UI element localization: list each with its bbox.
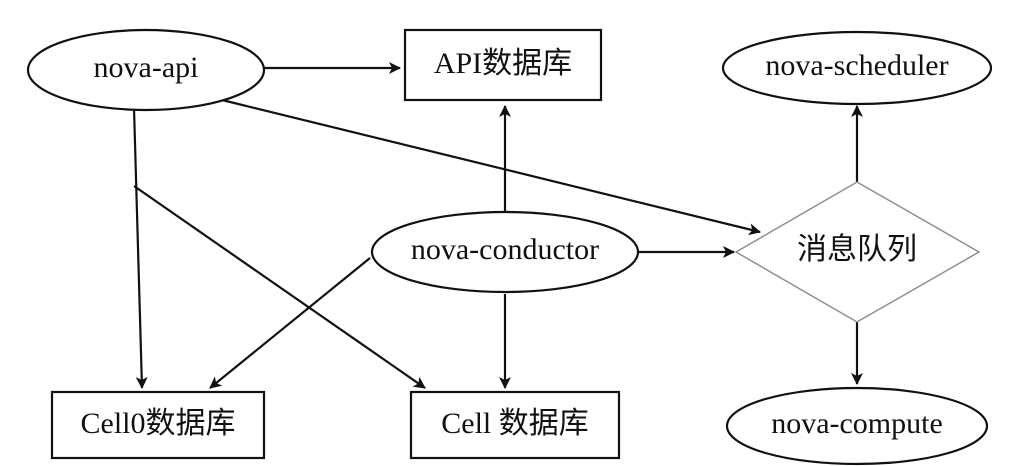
node-nova-scheduler: nova-scheduler bbox=[721, 30, 993, 106]
edge-api-to-cell0db bbox=[132, 107, 148, 389]
node-cell-db: Cell 数据库 bbox=[409, 390, 621, 460]
node-nova-api: nova-api bbox=[26, 28, 266, 112]
nova-conductor-label: nova-conductor bbox=[411, 233, 599, 266]
edge-api-to-celldb bbox=[133, 185, 426, 389]
nova-api-label: nova-api bbox=[94, 51, 199, 84]
node-nova-conductor: nova-conductor bbox=[370, 210, 640, 294]
cell0-db-label: Cell0数据库 bbox=[81, 407, 236, 440]
node-cell0-db: Cell0数据库 bbox=[50, 390, 266, 460]
architecture-diagram: nova-api API数据库 nova-scheduler nova-cond… bbox=[26, 28, 993, 466]
nova-scheduler-label: nova-scheduler bbox=[765, 49, 948, 82]
node-api-db: API数据库 bbox=[403, 28, 603, 102]
node-message-queue: 消息队列 bbox=[734, 181, 981, 323]
node-nova-compute: nova-compute bbox=[725, 386, 989, 466]
cell-db-label: Cell 数据库 bbox=[441, 407, 589, 440]
nova-compute-label: nova-compute bbox=[771, 407, 943, 440]
edge-conductor-to-cell0db bbox=[209, 257, 371, 389]
message-queue-label: 消息队列 bbox=[797, 233, 917, 266]
api-db-label: API数据库 bbox=[434, 47, 572, 80]
